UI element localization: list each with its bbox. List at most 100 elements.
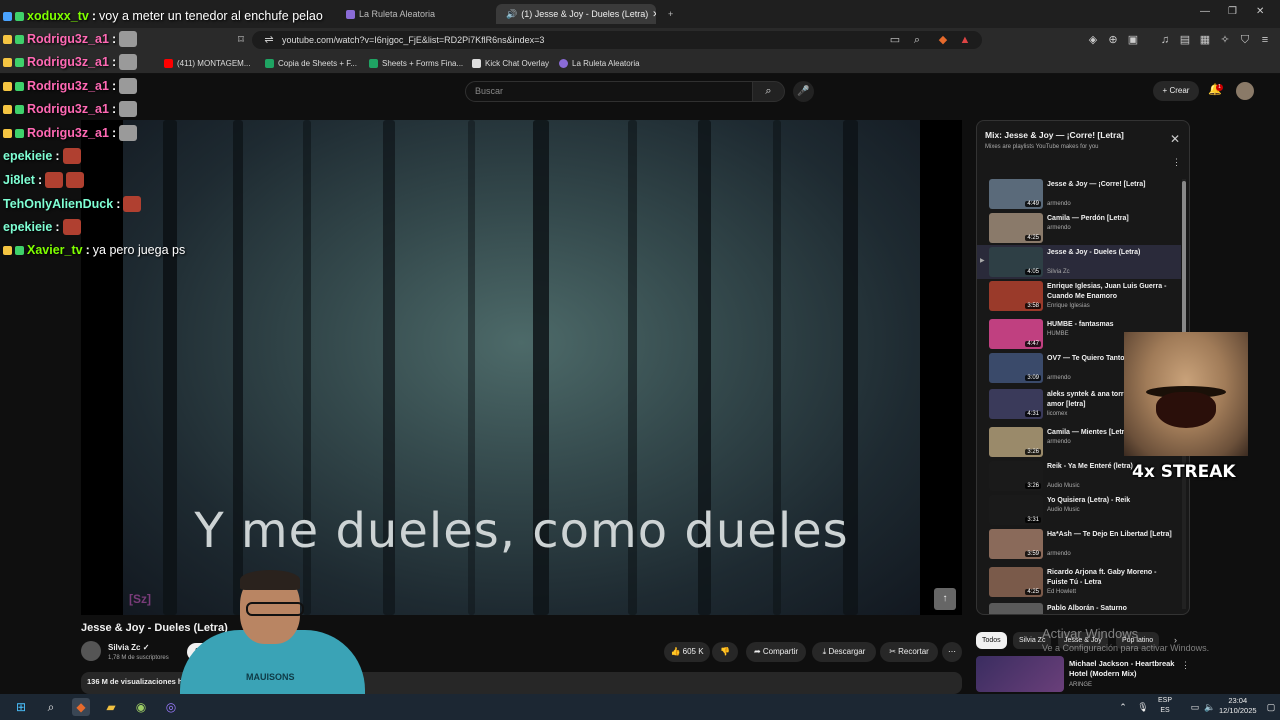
cast-icon[interactable]: ▭ <box>888 33 902 47</box>
shield-icon[interactable]: ⛉ <box>1238 33 1252 47</box>
activate-windows-subtitle: Ve a Configuración para activar Windows. <box>1042 643 1210 653</box>
scrollbar-thumb[interactable] <box>1182 181 1186 341</box>
search-icon[interactable]: ⌕ <box>42 698 60 716</box>
bookmark-sheets-forms[interactable]: Sheets + Forms Fina... <box>369 56 463 70</box>
search-button[interactable]: ⌕ <box>752 81 785 102</box>
search-input[interactable]: Buscar <box>465 81 753 102</box>
vpn-icon[interactable]: ⊕ <box>1106 33 1120 47</box>
chat-username: epekieie <box>3 220 53 234</box>
site-info-icon[interactable]: ⇌ <box>262 33 276 47</box>
dislike-button[interactable]: 👎 <box>712 642 738 662</box>
notification-center-icon[interactable]: ▢ <box>1262 698 1280 716</box>
url-input[interactable]: youtube.com/watch?v=I6njgoc_FjE&list=RD2… <box>252 31 982 49</box>
close-icon[interactable]: ✕ <box>1170 132 1180 146</box>
chat-username: Rodrigu3z_a1 <box>27 126 109 140</box>
download-label: Descargar <box>828 647 866 656</box>
chat-text: voy a meter un tenedor al enchufe pelao <box>99 9 323 23</box>
playlist-item[interactable]: ▶ 4:05 Jesse & Joy - Dueles (Letra) Silvia … <box>977 245 1181 279</box>
new-tab-button[interactable]: + <box>662 4 678 24</box>
screenshot-icon[interactable]: ▣ <box>1126 33 1140 47</box>
channel-name[interactable]: Silvia Zc ✓ <box>108 643 149 652</box>
chat-message: Rodrigu3z_a1: <box>3 101 138 117</box>
volume-icon[interactable]: 🔈 <box>1201 698 1219 716</box>
playlist-item-title: Yo Quisiera (Letra) - Reik <box>1047 497 1131 504</box>
streak-text: 4x STREAK <box>1132 462 1236 482</box>
verified-icon: ✓ <box>142 643 150 652</box>
brave-shield-icon[interactable]: ◆ <box>936 33 950 47</box>
playlist-item[interactable]: 3:31 Yo Quisiera (Letra) - Reik Audio Musi… <box>977 493 1181 527</box>
more-vert-icon[interactable]: ⋮ <box>1172 157 1181 168</box>
video-overlay-button[interactable]: ↑ <box>934 588 956 610</box>
app-icon[interactable]: ◉ <box>132 698 150 716</box>
recommendation-thumbnail[interactable] <box>976 656 1064 692</box>
more-icon: ⋯ <box>948 647 956 656</box>
playlist-item[interactable]: 3:58 Enrique Iglesias, Juan Luis Guerra -… <box>977 279 1181 313</box>
video-player[interactable]: Y me dueles, como dueles [Sz] ↑ <box>81 120 962 615</box>
zoom-icon[interactable]: ⌕ <box>910 33 924 47</box>
windows-start-icon[interactable]: ⊞ <box>12 698 30 716</box>
bookmark-sheets-copy[interactable]: Copia de Sheets + F... <box>265 56 357 70</box>
tab-youtube[interactable]: 🔊 (1) Jesse & Joy - Dueles (Letra) ✕ <box>496 4 656 24</box>
brave-taskbar-icon[interactable]: ◆ <box>72 698 90 716</box>
brave-rewards-icon[interactable]: ▲ <box>958 33 972 47</box>
voice-search-button[interactable]: 🎤 <box>793 81 814 102</box>
like-button[interactable]: 👍 605 K <box>664 642 710 662</box>
clip-button[interactable]: ✂ Recortar <box>880 642 938 662</box>
bookmark-ruleta[interactable]: La Ruleta Aleatoria <box>559 56 640 70</box>
chip-todos[interactable]: Todos <box>976 632 1007 649</box>
extension-icon[interactable]: ◈ <box>1086 33 1100 47</box>
bookmark-montagem[interactable]: (411) MONTAGEM... <box>164 56 251 70</box>
download-button[interactable]: ⤓ Descargar <box>812 642 876 662</box>
chat-text: ya pero juega ps <box>92 243 186 257</box>
close-tab-icon[interactable]: ✕ <box>652 9 656 20</box>
notification-badge: 1 <box>1216 84 1223 91</box>
chat-separator: : <box>55 220 60 234</box>
playlist-item-channel: armendo <box>1047 201 1071 207</box>
chat-separator: : <box>91 9 97 23</box>
language-indicator[interactable]: ESP ES <box>1158 696 1172 716</box>
playlist-item[interactable]: 4:25 Ricardo Arjona ft. Gaby Moreno - Fui… <box>977 565 1181 599</box>
minimize-icon[interactable]: — <box>1200 6 1210 17</box>
video-watermark: [Sz] <box>129 592 151 606</box>
playlist-item[interactable]: 3:59 Ha*Ash — Te Dejo En Libertad [Letra]… <box>977 527 1181 561</box>
clock[interactable]: 23:04 12/10/2025 <box>1219 696 1257 716</box>
more-vert-icon[interactable]: ⋮ <box>1181 660 1190 671</box>
create-button[interactable]: + Crear <box>1153 81 1199 101</box>
playlist-item-channel: Audio Music <box>1047 483 1080 489</box>
tab-ruleta[interactable]: La Ruleta Aleatoria <box>340 4 488 24</box>
menu-icon[interactable]: ≡ <box>1258 33 1272 47</box>
playlist-item[interactable]: 4:25 Camila — Perdón [Letra] armendo <box>977 211 1181 245</box>
bookmark-label: Sheets + Forms Fina... <box>382 58 464 68</box>
avatar[interactable] <box>1236 82 1254 100</box>
channel-avatar[interactable] <box>81 641 101 661</box>
chevron-up-icon[interactable]: ⌃ <box>1114 698 1132 716</box>
duration-badge: 4:25 <box>1025 235 1041 241</box>
playlist-item-title: Ha*Ash — Te Dejo En Libertad [Letra] <box>1047 531 1172 538</box>
sheets-favicon-icon <box>369 58 378 68</box>
more-actions-button[interactable]: ⋯ <box>942 642 962 662</box>
leo-icon[interactable]: ✧ <box>1218 33 1232 47</box>
chat-badge-icon <box>15 128 24 138</box>
discord-icon[interactable]: ◎ <box>162 698 180 716</box>
close-window-icon[interactable]: ✕ <box>1256 6 1264 17</box>
duration-badge: 4:05 <box>1025 269 1041 275</box>
file-explorer-icon[interactable]: ▰ <box>102 698 120 716</box>
scissors-icon: ✂ <box>889 647 896 656</box>
bookmark-icon[interactable]: ⌑ <box>234 33 248 47</box>
chat-emote-icon <box>119 54 138 70</box>
sidebar-icon[interactable]: ▤ <box>1178 33 1192 47</box>
wallet-icon[interactable]: ▦ <box>1198 33 1212 47</box>
maximize-icon[interactable]: ❐ <box>1228 6 1237 17</box>
chat-separator: : <box>116 197 121 211</box>
recommendation-title[interactable]: Michael Jackson - Heartbreak Hotel (Mode… <box>1069 659 1179 679</box>
playlist-item-thumbnail: 3:59 <box>989 529 1043 559</box>
bookmark-kick-chat[interactable]: Kick Chat Overlay <box>472 56 549 70</box>
microphone-tray-icon[interactable]: 🎙 <box>1134 698 1152 716</box>
playlist-item-channel: armendo <box>1047 375 1071 381</box>
chat-badge-icon <box>3 34 12 44</box>
playlist-item[interactable]: Pablo Alborán - Saturno <box>977 601 1181 614</box>
share-button[interactable]: ➦ Compartir <box>746 642 806 662</box>
playlist-item[interactable]: 4:49 Jesse & Joy — ¡Corre! [Letra] armendo <box>977 177 1181 211</box>
music-icon[interactable]: ♫ <box>1158 33 1172 47</box>
chat-separator: : <box>85 243 90 257</box>
